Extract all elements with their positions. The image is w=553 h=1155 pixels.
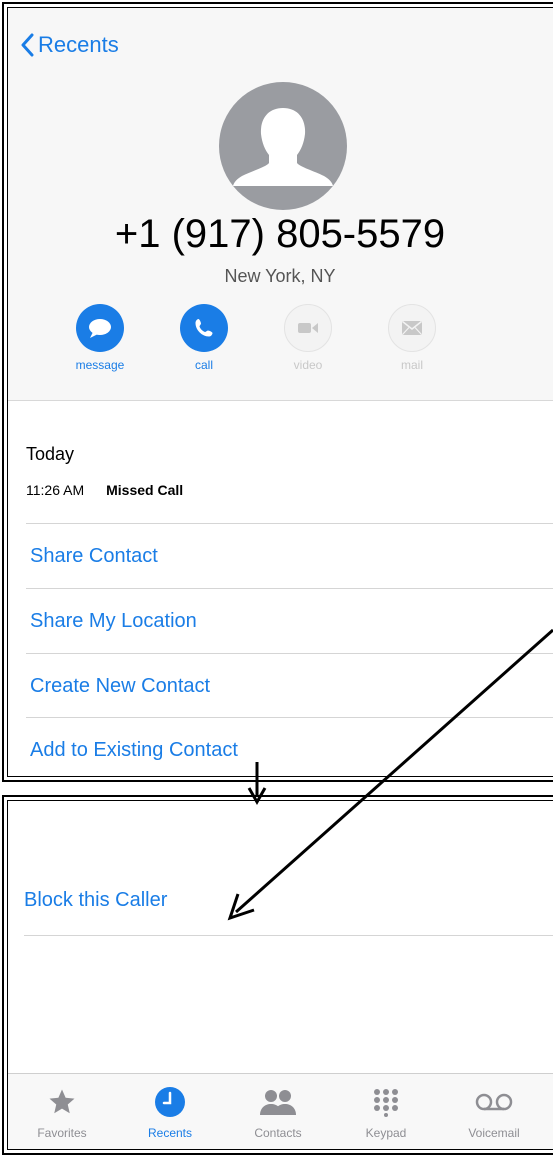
message-button[interactable]: message — [62, 304, 138, 372]
video-button[interactable]: video — [270, 304, 346, 372]
contacts-icon — [258, 1084, 298, 1120]
divider — [26, 588, 553, 589]
tab-keypad-label: Keypad — [365, 1126, 407, 1140]
chevron-left-icon — [21, 33, 34, 57]
tab-contacts[interactable]: Contacts — [224, 1074, 332, 1149]
tab-recents[interactable]: Recents — [116, 1074, 224, 1149]
add-to-existing-contact-option[interactable]: Add to Existing Contact — [30, 739, 238, 762]
continued-screen-panel: Block this Caller Favorites Recents Cont… — [2, 795, 553, 1155]
share-my-location-option[interactable]: Share My Location — [30, 610, 197, 633]
create-new-contact-option[interactable]: Create New Contact — [30, 675, 210, 698]
tab-contacts-label: Contacts — [254, 1126, 302, 1140]
call-time: 11:26 AM — [26, 482, 85, 498]
divider — [24, 935, 553, 936]
tab-favorites[interactable]: Favorites — [8, 1074, 116, 1149]
video-label: video — [293, 358, 323, 372]
block-caller-option[interactable]: Block this Caller — [24, 889, 167, 912]
back-label: Recents — [38, 32, 119, 57]
share-contact-option[interactable]: Share Contact — [30, 545, 158, 568]
clock-icon — [154, 1084, 186, 1120]
mail-button[interactable]: mail — [374, 304, 450, 372]
divider — [26, 523, 553, 524]
phone-icon — [180, 304, 228, 352]
mail-label: mail — [400, 358, 423, 372]
tab-voicemail-label: Voicemail — [468, 1126, 520, 1140]
tab-voicemail[interactable]: Voicemail — [440, 1074, 548, 1149]
back-button[interactable]: Recents — [20, 32, 119, 58]
contact-detail-panel: Recents +1 (917) 805-5579 New York, NY m… — [2, 2, 553, 782]
call-button[interactable]: call — [166, 304, 242, 372]
voicemail-icon — [474, 1084, 514, 1120]
message-label: message — [75, 358, 125, 372]
divider — [26, 717, 553, 718]
star-icon — [47, 1084, 77, 1120]
tab-favorites-label: Favorites — [37, 1126, 87, 1140]
phone-number: +1 (917) 805-5579 — [114, 212, 446, 256]
call-log-day: Today — [26, 444, 75, 464]
person-silhouette-icon — [233, 108, 333, 186]
tab-bar: Favorites Recents Contacts Keypad Voicem… — [8, 1073, 553, 1149]
call-log-entry: 11:26 AM Missed Call — [26, 482, 183, 498]
call-type: Missed Call — [106, 482, 184, 498]
envelope-icon — [388, 304, 436, 352]
divider — [26, 653, 553, 654]
tab-recents-label: Recents — [147, 1126, 193, 1140]
caller-location: New York, NY — [224, 266, 336, 286]
video-camera-icon — [284, 304, 332, 352]
avatar — [219, 82, 347, 210]
tab-keypad[interactable]: Keypad — [332, 1074, 440, 1149]
call-label: call — [194, 358, 213, 372]
contact-actions: message call video mail — [62, 304, 450, 372]
message-bubble-icon — [76, 304, 124, 352]
keypad-icon — [371, 1084, 401, 1120]
